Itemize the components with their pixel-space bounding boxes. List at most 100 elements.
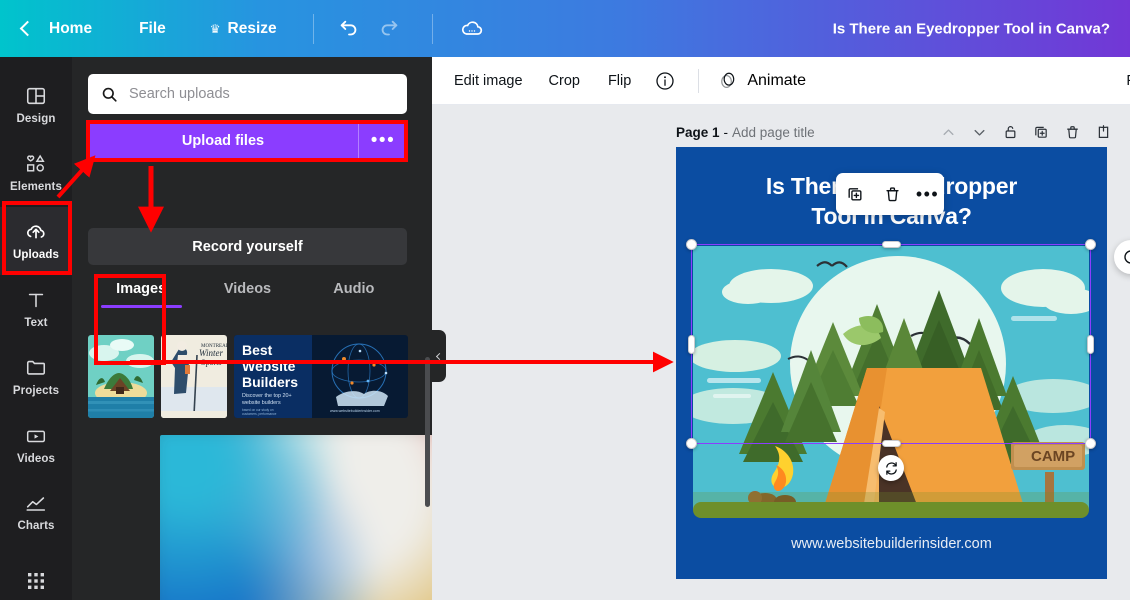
add-page-title-input[interactable]: Add page title — [732, 125, 815, 140]
animate-label: Animate — [747, 71, 807, 89]
svg-text:Builders: Builders — [242, 374, 298, 390]
sidebar-item-label: Charts — [17, 520, 55, 532]
toolbar-divider-2 — [431, 13, 433, 44]
sidebar-item-label: Design — [16, 113, 56, 125]
delete-page-button[interactable] — [1059, 119, 1085, 145]
upload-thumbnail-best-website-builders[interactable]: Best Website Builders Discover the top 2… — [234, 335, 408, 418]
duplicate-element-button[interactable] — [841, 180, 869, 208]
sidebar-item-projects[interactable]: Projects — [0, 343, 72, 411]
cloud-saved-icon — [461, 20, 482, 35]
elements-shapes-icon — [24, 153, 48, 175]
redo-icon — [381, 20, 397, 35]
position-button-partial[interactable]: P — [1126, 73, 1130, 89]
resize-label: Resize — [227, 19, 277, 37]
sidebar-item-charts[interactable]: Charts — [0, 479, 72, 547]
delete-element-button[interactable] — [878, 180, 906, 208]
duplicate-page-button[interactable] — [1028, 119, 1054, 145]
sidebar-item-uploads[interactable]: Uploads — [0, 207, 72, 275]
sidebar-item-elements[interactable]: Elements — [0, 139, 72, 207]
crop-button[interactable]: Crop — [549, 73, 580, 89]
add-page-icon — [1098, 125, 1108, 138]
home-button[interactable]: Home — [49, 20, 92, 38]
crown-icon: ♛ — [209, 21, 221, 36]
svg-text:website builders: website builders — [241, 400, 281, 406]
move-page-down-button[interactable] — [966, 119, 992, 145]
image-info-button[interactable] — [655, 71, 675, 91]
tab-audio[interactable]: Audio — [301, 281, 407, 308]
redo-button[interactable] — [372, 12, 406, 46]
chevron-left-icon — [435, 352, 443, 360]
trash-icon — [1066, 126, 1078, 139]
document-title[interactable]: Is There an Eyedropper Tool in Canva? — [833, 20, 1110, 37]
best-website-builders-banner: Best Website Builders Discover the top 2… — [234, 335, 408, 418]
tab-videos[interactable]: Videos — [194, 281, 300, 308]
flip-button[interactable]: Flip — [608, 73, 631, 89]
sidebar-item-label: Projects — [12, 385, 60, 397]
sidebar-item-label: Uploads — [12, 249, 60, 261]
camping-tent-forest-illustration[interactable]: CAMP — [693, 246, 1089, 510]
add-page-button[interactable] — [1090, 119, 1116, 145]
sidebar-item-text[interactable]: Text — [0, 275, 72, 343]
canvas-grass-strip — [693, 502, 1089, 518]
canvas-url-text[interactable]: www.websitebuilderinsider.com — [676, 536, 1107, 552]
tab-images[interactable]: Images — [88, 281, 194, 308]
chevron-down-icon — [973, 129, 985, 136]
search-uploads-field[interactable]: Search uploads — [88, 74, 407, 114]
text-t-icon — [25, 289, 47, 311]
svg-text:Best: Best — [242, 342, 273, 358]
canva-editor-window: Home File ♛ Resize Is There an Eyedroppe… — [0, 0, 1130, 600]
upload-thumbnail-grid: MONTREAL Winter Sports Best Website Buil… — [88, 335, 428, 418]
upload-preview-blurred[interactable] — [160, 435, 432, 600]
animate-icon — [721, 72, 735, 88]
svg-text:Winter: Winter — [199, 348, 223, 358]
svg-text:CAMP: CAMP — [1031, 448, 1075, 465]
search-input-placeholder: Search uploads — [129, 86, 230, 102]
trash-icon — [886, 187, 899, 202]
toolbar-divider — [312, 13, 314, 44]
upload-files-row: Upload files ••• — [88, 122, 407, 159]
page-label: Page 1 — [676, 124, 720, 140]
file-menu-button[interactable]: File — [139, 20, 166, 38]
sidebar-item-design[interactable]: Design — [0, 71, 72, 139]
editor-workspace: Page 1 - Add page title Is There Eyedrop… — [432, 105, 1130, 600]
upload-thumbnail-winter-sports-poster[interactable]: MONTREAL Winter Sports — [161, 335, 227, 418]
move-page-up-button[interactable] — [935, 119, 961, 145]
sidebar-item-label: Text — [24, 317, 48, 329]
collapse-panel-button[interactable] — [432, 330, 446, 382]
uploads-panel: Search uploads Upload files ••• Record y… — [72, 57, 432, 600]
undo-icon — [340, 20, 356, 35]
toolbar-divider — [698, 68, 700, 93]
page-dash: - — [723, 124, 729, 140]
element-float-toolbar: ••• — [836, 173, 944, 215]
uploads-tabs: Images Videos Audio — [88, 281, 407, 308]
edit-image-button[interactable]: Edit image — [454, 73, 523, 89]
upload-files-button[interactable]: Upload files — [88, 122, 358, 159]
svg-text:www.websitebuilderinsider.com: www.websitebuilderinsider.com — [330, 409, 380, 413]
animate-button[interactable]: Animate — [717, 70, 806, 91]
line-chart-icon — [24, 494, 48, 514]
island-hut-illustration — [88, 335, 154, 418]
upload-more-options-button[interactable]: ••• — [359, 122, 407, 159]
lock-page-button[interactable] — [997, 119, 1023, 145]
chevron-left-icon — [19, 20, 36, 37]
resize-button[interactable]: ♛ Resize — [210, 20, 277, 38]
duplicate-icon — [848, 188, 862, 201]
video-player-icon — [24, 425, 48, 447]
upload-thumbnail-island-hut[interactable] — [88, 335, 154, 418]
panel-scrollbar[interactable] — [425, 357, 430, 507]
apps-grid-icon — [26, 571, 46, 591]
duplicate-icon — [1035, 126, 1047, 138]
illustration-art: CAMP — [693, 246, 1089, 510]
blurred-image-content — [160, 435, 432, 600]
back-button[interactable] — [19, 20, 36, 37]
svg-text:customers, performance: customers, performance — [242, 412, 277, 416]
page-header: Page 1 - Add page title — [676, 119, 1116, 145]
sidebar-item-videos[interactable]: Videos — [0, 411, 72, 479]
sidebar-item-apps[interactable] — [0, 547, 72, 600]
cloud-save-status-button[interactable] — [455, 12, 489, 46]
undo-button[interactable] — [332, 12, 366, 46]
svg-text:Discover the top 20+: Discover the top 20+ — [242, 393, 292, 399]
svg-text:Website: Website — [242, 358, 296, 374]
search-icon — [102, 87, 117, 102]
record-yourself-button[interactable]: Record yourself — [88, 228, 407, 265]
